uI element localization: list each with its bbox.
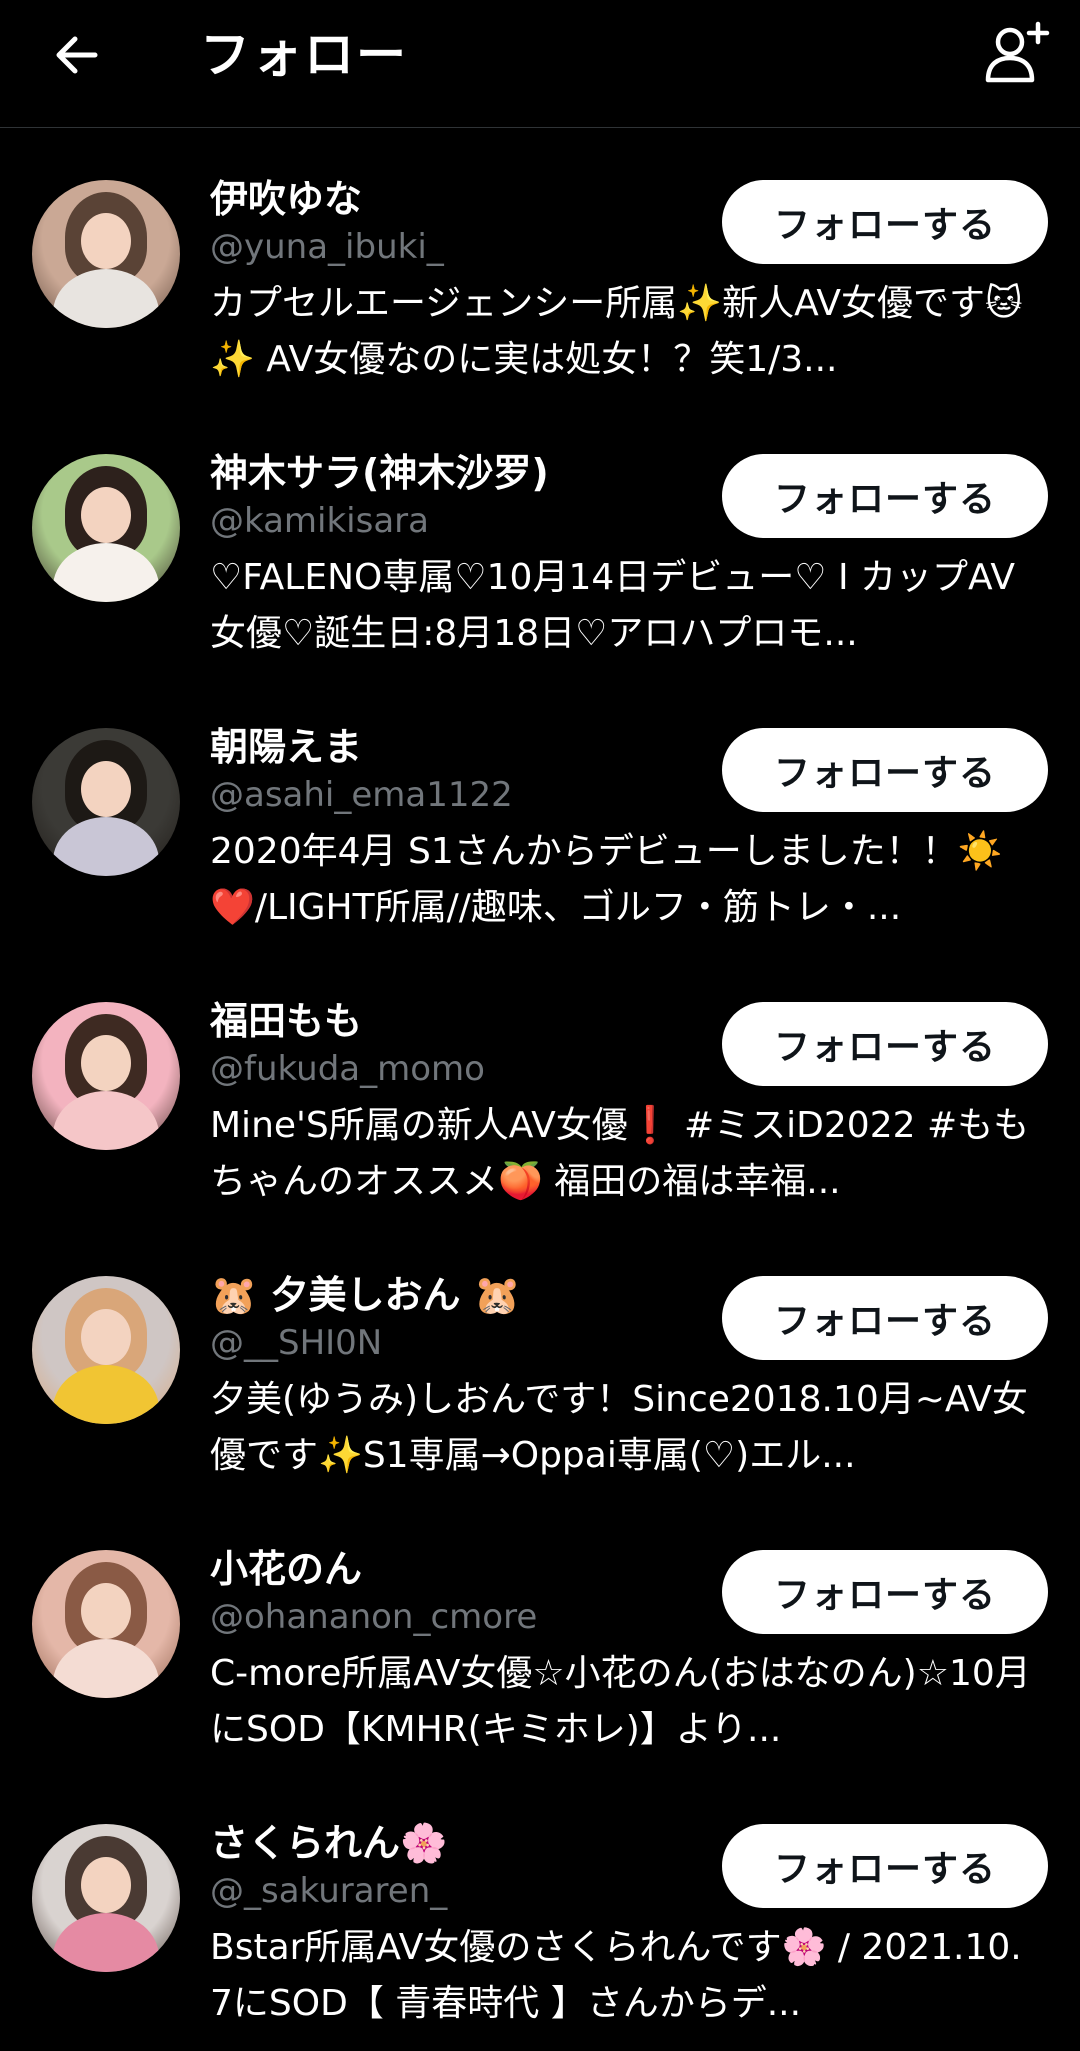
user-bio: C-more所属AV女優☆小花のん(おはなのん)☆10月にSOD【KMHR(キミ…: [210, 1653, 1031, 1750]
follow-button[interactable]: フォローする: [722, 728, 1048, 812]
user-name[interactable]: 福田もも: [210, 996, 700, 1046]
avatar-photo: [32, 1276, 180, 1424]
user-name[interactable]: 小花のん: [210, 1544, 700, 1594]
user-name[interactable]: 伊吹ゆな: [210, 174, 700, 224]
user-handle: @asahi_ema1122: [210, 775, 513, 815]
user-row[interactable]: 伊吹ゆな @yuna_ibuki_ カプセルエージェンシー所属✨新人AV女優です🐱✨…: [0, 128, 1080, 402]
user-handle: @fukuda_momo: [210, 1049, 485, 1089]
follow-button[interactable]: フォローする: [722, 1002, 1048, 1086]
avatar-photo: [32, 1002, 180, 1150]
user-row[interactable]: 小花のん @ohananon_cmore C-more所属AV女優☆小花のん(おはな…: [0, 1498, 1080, 1772]
avatar-photo: [32, 1550, 180, 1698]
follow-button[interactable]: フォローする: [722, 454, 1048, 538]
user-row[interactable]: さくられん🌸 @_sakuraren_ Bstar所属AV女優のさくられんです🌸 /…: [0, 1772, 1080, 2046]
avatar[interactable]: [32, 180, 180, 328]
user-row[interactable]: 神木サラ(神木沙罗) @kamikisara ♡FALENO専属♡10月14日デビュ…: [0, 402, 1080, 676]
user-handle: @yuna_ibuki_: [210, 227, 444, 267]
user-bio: ♡FALENO専属♡10月14日デビュー♡ I カップAV女優♡誕生日:8月18…: [210, 557, 1015, 654]
avatar[interactable]: [32, 728, 180, 876]
avatar[interactable]: [32, 1550, 180, 1698]
user-name[interactable]: 朝陽えま: [210, 722, 700, 772]
user-bio: Mine'S所属の新人AV女優❗ #ミスiD2022 #ももちゃんのオススメ🍑 …: [210, 1105, 1030, 1202]
add-user-button[interactable]: [974, 12, 1058, 96]
user-row[interactable]: 🐹 夕美しおん 🐹 @__SHI0N 夕美(ゆうみ)しおんです！Since2018.…: [0, 1224, 1080, 1498]
user-bio: 2020年4月 S1さんからデビューしました！！☀️❤️/LIGHT所属//趣味…: [210, 831, 1003, 928]
avatar-photo: [32, 1824, 180, 1972]
user-row[interactable]: 朝陽えま @asahi_ema1122 2020年4月 S1さんからデビューしました…: [0, 676, 1080, 950]
follow-button[interactable]: フォローする: [722, 1824, 1048, 1908]
avatar[interactable]: [32, 1276, 180, 1424]
avatar[interactable]: [32, 1002, 180, 1150]
user-handle: @kamikisara: [210, 501, 429, 541]
user-bio: 夕美(ゆうみ)しおんです！Since2018.10月~AV女優です✨S1専属→O…: [210, 1379, 1028, 1476]
user-name[interactable]: さくられん🌸: [210, 1818, 700, 1868]
user-name[interactable]: 神木サラ(神木沙罗): [210, 448, 700, 498]
user-handle: @__SHI0N: [210, 1323, 383, 1363]
follow-button[interactable]: フォローする: [722, 1550, 1048, 1634]
avatar[interactable]: [32, 1824, 180, 1972]
follow-button[interactable]: フォローする: [722, 1276, 1048, 1360]
follow-button[interactable]: フォローする: [722, 180, 1048, 264]
following-list: 伊吹ゆな @yuna_ibuki_ カプセルエージェンシー所属✨新人AV女優です🐱✨…: [0, 128, 1080, 2046]
avatar-photo: [32, 728, 180, 876]
avatar-photo: [32, 454, 180, 602]
user-bio: Bstar所属AV女優のさくられんです🌸 / 2021.10.7にSOD【 青春…: [210, 1927, 1022, 2024]
add-user-icon: [985, 21, 1050, 83]
user-bio: カプセルエージェンシー所属✨新人AV女優です🐱✨ AV女優なのに実は処女！？笑1…: [210, 283, 1023, 380]
page-title: フォロー: [200, 26, 408, 84]
user-handle: @ohananon_cmore: [210, 1597, 538, 1637]
avatar[interactable]: [32, 454, 180, 602]
user-handle: @_sakuraren_: [210, 1871, 448, 1911]
avatar-photo: [32, 180, 180, 328]
top-app-bar: フォロー: [0, 0, 1080, 128]
back-arrow-icon: [56, 36, 98, 74]
back-button[interactable]: [40, 18, 114, 92]
user-row[interactable]: 福田もも @fukuda_momo Mine'S所属の新人AV女優❗ #ミスiD20…: [0, 950, 1080, 1224]
user-name[interactable]: 🐹 夕美しおん 🐹: [210, 1270, 700, 1320]
